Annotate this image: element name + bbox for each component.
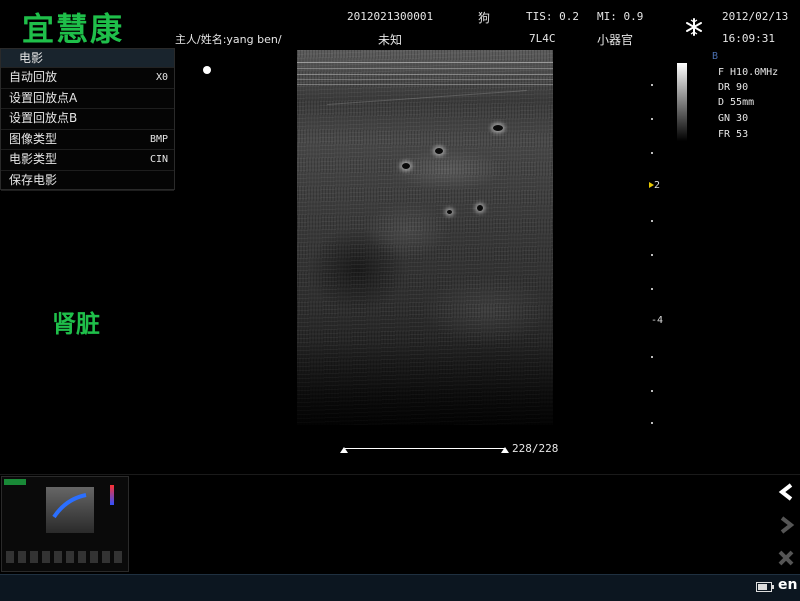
menu-item-label: 自动回放 bbox=[9, 70, 58, 84]
chevron-left-icon[interactable] bbox=[776, 482, 796, 502]
menu-item-value: BMP bbox=[149, 133, 168, 145]
snowflake-icon[interactable] bbox=[684, 17, 704, 37]
depth-label: -4 bbox=[651, 315, 664, 326]
doppler-flow-icon bbox=[52, 493, 87, 519]
thumbnail-logo bbox=[4, 479, 26, 485]
sex-label: 未知 bbox=[378, 33, 403, 47]
menu-item-label: 保存电影 bbox=[9, 172, 58, 187]
mi-readout: MI: 0.9 bbox=[597, 10, 644, 23]
scale-tick bbox=[651, 390, 653, 392]
organ-label: 肾脏 bbox=[52, 310, 100, 338]
grayscale-bar bbox=[677, 63, 687, 141]
menu-item-image-type[interactable]: 图像类型 BMP bbox=[1, 130, 174, 150]
menu-item-label: 图像类型 bbox=[9, 131, 58, 146]
status-bar bbox=[0, 574, 800, 601]
scale-tick bbox=[651, 118, 653, 120]
scale-tick bbox=[651, 288, 653, 290]
ultrasound-image[interactable] bbox=[297, 50, 553, 425]
param-frequency: F H10.0MHz bbox=[718, 67, 779, 78]
thumbnail-toolbar bbox=[6, 551, 124, 563]
cine-start-handle[interactable] bbox=[340, 447, 348, 453]
param-dynamic-range: DR 90 bbox=[718, 82, 749, 93]
menu-item-set-point-b[interactable]: 设置回放点B bbox=[1, 109, 174, 130]
menu-title: 电影 bbox=[1, 49, 174, 68]
menu-item-save-cine[interactable]: 保存电影 bbox=[1, 171, 174, 191]
chevron-right-icon[interactable] bbox=[776, 515, 796, 535]
menu-item-cine-type[interactable]: 电影类型 CIN bbox=[1, 150, 174, 171]
param-frame-rate: FR 53 bbox=[718, 129, 749, 140]
scale-tick bbox=[651, 152, 653, 154]
cine-scrub-bar[interactable] bbox=[345, 448, 505, 449]
battery-icon bbox=[756, 582, 774, 592]
menu-item-label: 设置回放点B bbox=[9, 111, 78, 125]
scale-tick bbox=[651, 356, 653, 358]
param-depth: D 55mm bbox=[718, 97, 755, 108]
close-icon[interactable] bbox=[776, 548, 796, 568]
depth-label: 2 bbox=[654, 180, 661, 191]
thumbnail-color-bar bbox=[110, 485, 114, 505]
exam-time: 16:09:31 bbox=[722, 32, 775, 45]
exam-date: 2012/02/13 bbox=[722, 10, 789, 23]
scale-tick bbox=[651, 254, 653, 256]
menu-item-label: 设置回放点A bbox=[9, 90, 78, 105]
cine-frame-counter: 228/228 bbox=[512, 442, 559, 455]
tis-readout: TIS: 0.2 bbox=[526, 10, 579, 23]
brand-logo: 宜慧康 bbox=[22, 10, 125, 48]
param-gain: GN 30 bbox=[718, 113, 749, 124]
probe-label: 7L4C bbox=[529, 32, 556, 45]
language-indicator[interactable]: en bbox=[778, 577, 797, 593]
menu-item-set-point-a[interactable]: 设置回放点A bbox=[1, 89, 174, 109]
cine-end-handle[interactable] bbox=[501, 447, 509, 453]
scale-tick bbox=[651, 422, 653, 424]
menu-item-auto-replay[interactable]: 自动回放 X0 bbox=[1, 68, 174, 89]
preset-label: 小器官 bbox=[597, 33, 634, 47]
menu-item-value: X0 bbox=[155, 72, 168, 83]
scale-tick bbox=[651, 84, 653, 86]
thumbnail[interactable] bbox=[1, 476, 129, 572]
mode-label: B bbox=[712, 51, 719, 62]
species-label: 狗 bbox=[478, 11, 491, 25]
menu-item-label: 电影类型 bbox=[9, 152, 58, 166]
cine-menu: 电影 自动回放 X0 设置回放点A 设置回放点B 图像类型 BMP 电影类型 C… bbox=[0, 48, 175, 191]
menu-item-value: CIN bbox=[149, 154, 168, 165]
owner-name: 主人/姓名:yang ben/ bbox=[175, 33, 282, 46]
scale-tick bbox=[651, 220, 653, 222]
patient-id: 2012021300001 bbox=[347, 10, 434, 23]
orientation-marker bbox=[203, 66, 211, 74]
